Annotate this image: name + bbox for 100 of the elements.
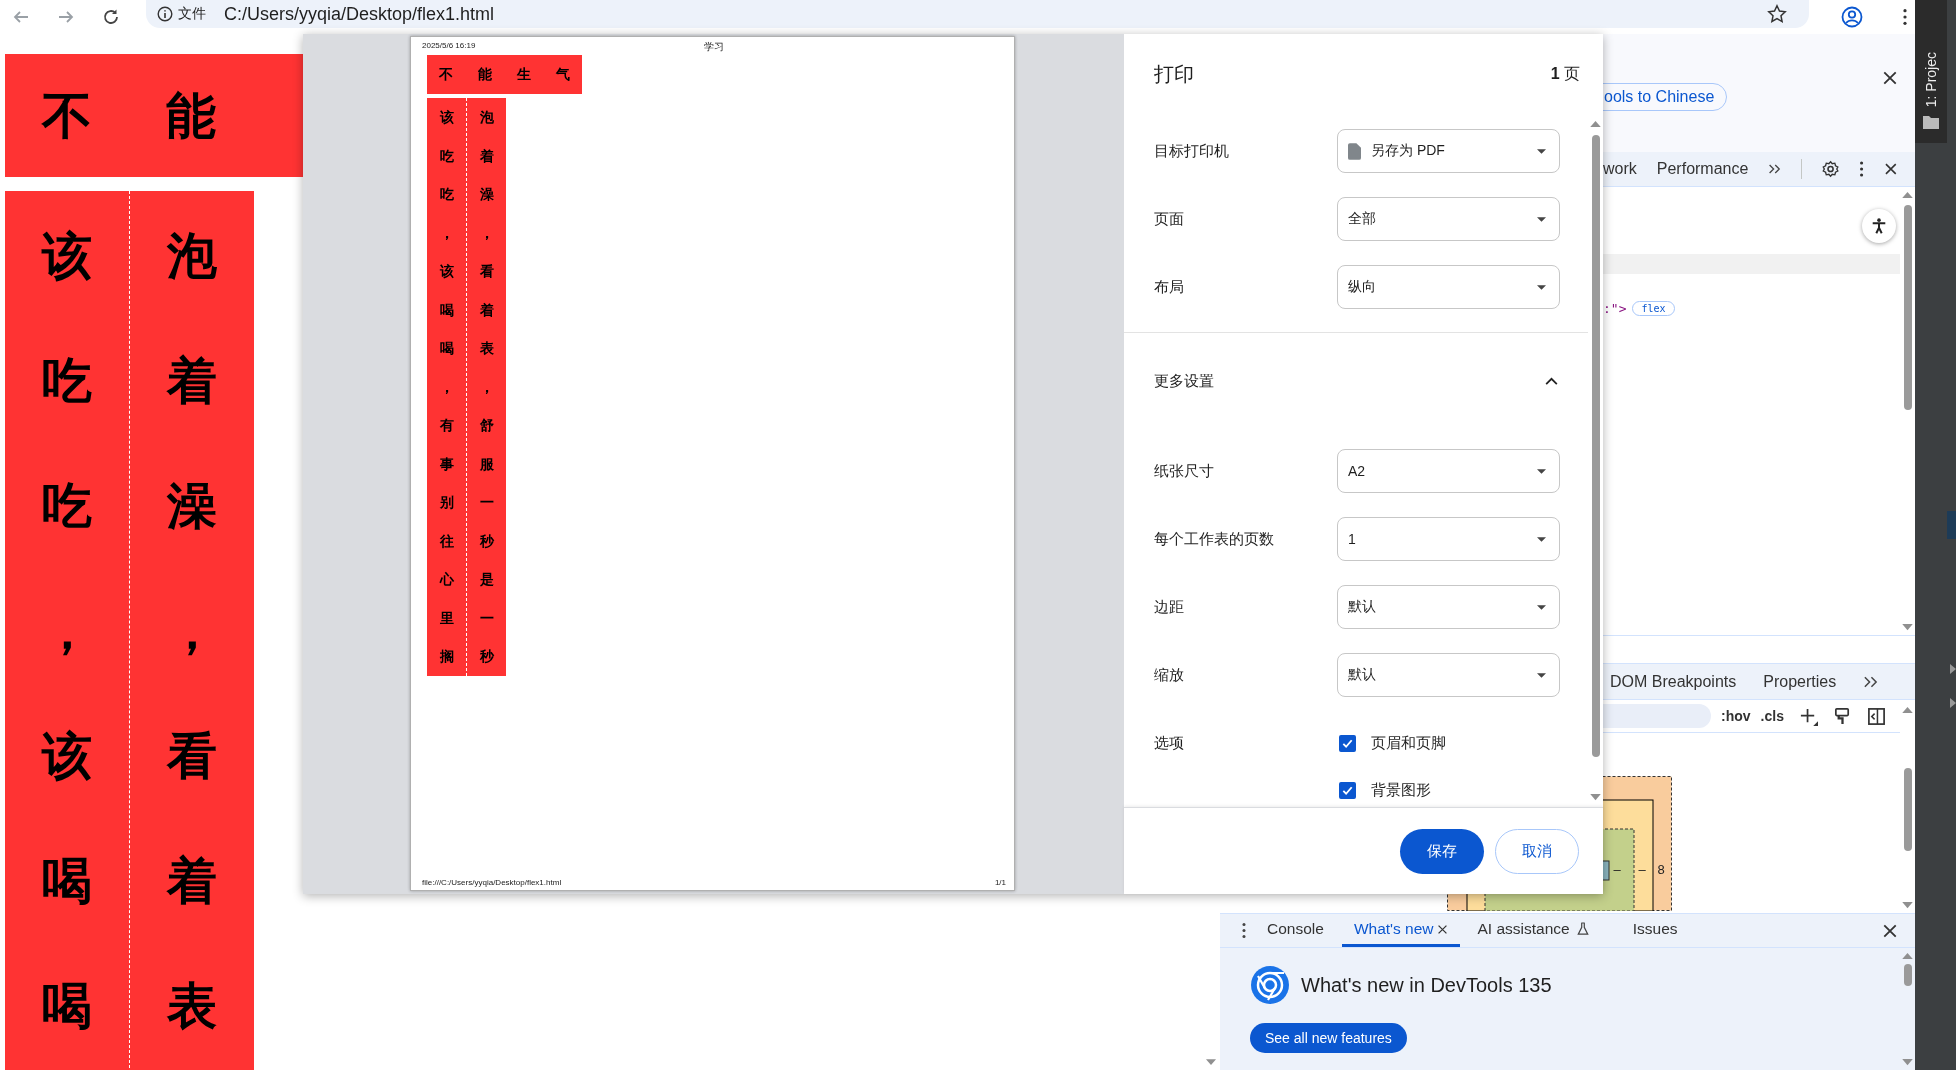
column-character: 秒 <box>478 531 495 551</box>
settings-icon[interactable] <box>1822 159 1840 179</box>
scrollbar-thumb[interactable] <box>1903 964 1912 986</box>
tool-window-tab[interactable]: 1: Projec <box>1915 0 1947 143</box>
column-character: 表 <box>166 975 218 1037</box>
scroll-down-arrow-icon[interactable] <box>1902 624 1913 631</box>
dropdown[interactable]: 纵向 <box>1337 265 1560 309</box>
column-character: 喝 <box>438 300 455 320</box>
column-character: 往 <box>438 531 455 551</box>
sidebar-tab[interactable]: Properties <box>1763 672 1837 691</box>
scroll-up-arrow-icon[interactable] <box>1902 952 1913 959</box>
box-model-value[interactable]: – <box>1638 862 1646 877</box>
column-character: 着 <box>478 146 495 166</box>
checkbox-label[interactable]: 背景图形 <box>1371 780 1431 800</box>
double-chevron-icon[interactable] <box>1768 162 1782 176</box>
column-character: 喝 <box>438 339 455 358</box>
dropdown[interactable]: 全部 <box>1337 197 1560 241</box>
column-character: 秒 <box>478 647 495 666</box>
profile-icon[interactable] <box>1841 6 1863 28</box>
banner-character: 气 <box>554 65 571 84</box>
expand-arrow-icon[interactable] <box>1950 698 1956 708</box>
dropdown[interactable]: 默认 <box>1337 653 1560 697</box>
drawer-tab[interactable]: Console <box>1255 914 1336 947</box>
panel-tab[interactable]: Performance <box>1656 160 1749 178</box>
panel-heading: What's new in DevTools 135 <box>1301 973 1552 997</box>
scroll-up-arrow-icon[interactable] <box>1902 706 1913 713</box>
close-icon[interactable] <box>1884 161 1898 177</box>
drawer-tab[interactable]: What's new <box>1341 914 1460 947</box>
info-icon[interactable] <box>157 6 173 22</box>
file-icon <box>1348 142 1361 160</box>
caret-icon <box>1537 284 1546 290</box>
drawer-tab[interactable]: Issues <box>1620 914 1690 947</box>
dropdown[interactable]: 默认 <box>1337 585 1560 629</box>
column-character: 澡 <box>478 185 495 204</box>
toolbar-button[interactable]: .cls <box>1760 708 1784 724</box>
menu-icon[interactable] <box>1902 8 1908 26</box>
plus-icon[interactable] <box>1798 706 1818 726</box>
flex-badge[interactable]: flex <box>1632 301 1675 316</box>
accessibility-button[interactable] <box>1862 209 1896 243</box>
box-model-value[interactable]: 8 <box>1657 862 1665 877</box>
checkbox-label[interactable]: 页眉和页脚 <box>1371 733 1446 753</box>
gutter-marker <box>1947 511 1956 539</box>
column-character: 该 <box>40 725 93 787</box>
scroll-down-arrow-icon[interactable] <box>1206 1059 1216 1066</box>
code-text: :"> <box>1603 301 1627 316</box>
box-model-value[interactable]: – <box>1613 862 1621 877</box>
more-options-icon[interactable] <box>1859 160 1865 178</box>
more-options-icon[interactable] <box>1241 922 1247 939</box>
dropdown[interactable]: 1 <box>1337 517 1560 561</box>
dropdown[interactable]: A2 <box>1337 449 1560 493</box>
toolbar-button[interactable]: :hov <box>1721 708 1751 724</box>
close-icon[interactable] <box>1882 70 1898 86</box>
column-character: ， <box>478 377 495 397</box>
scrollbar-thumb[interactable] <box>1591 135 1600 757</box>
caret-icon <box>1537 148 1546 154</box>
see-features-button[interactable]: See all new features <box>1250 1023 1407 1053</box>
sidebar-toggle-icon[interactable] <box>1866 706 1886 726</box>
scroll-down-arrow-icon[interactable] <box>1902 902 1913 909</box>
dropdown[interactable]: 另存为 PDF <box>1337 129 1560 173</box>
save-button[interactable]: 保存 <box>1400 828 1484 874</box>
chevron-icon[interactable] <box>1545 377 1558 385</box>
sidebar-tab[interactable]: DOM Breakpoints <box>1610 672 1737 691</box>
address-bar[interactable]: 文件 C:/Users/yyqia/Desktop/flex1.html <box>146 0 1809 28</box>
browser-logo-icon <box>1250 965 1290 1005</box>
column-character: 里 <box>438 608 455 628</box>
paint-roller-icon[interactable] <box>1832 706 1852 726</box>
column-character: 该 <box>438 262 455 281</box>
column-character: 别 <box>438 493 455 512</box>
star-icon[interactable] <box>1767 4 1787 24</box>
more-settings-toggle[interactable]: 更多设置 <box>1124 333 1588 429</box>
setting-label: 目标打印机 <box>1154 141 1230 161</box>
accessibility-icon[interactable] <box>1870 217 1888 235</box>
scrollbar-thumb[interactable] <box>1903 205 1912 410</box>
double-chevron-icon[interactable] <box>1863 674 1879 689</box>
reload-icon[interactable] <box>102 8 120 26</box>
column-character: 着 <box>165 350 218 412</box>
scrollbar-thumb[interactable] <box>1903 768 1912 851</box>
column-character: 表 <box>478 339 495 358</box>
caret-icon <box>1537 604 1546 610</box>
column-character: ， <box>438 377 455 397</box>
column-character: 着 <box>478 300 495 320</box>
url-text: C:/Users/yyqia/Desktop/flex1.html <box>224 3 495 25</box>
folder-icon[interactable] <box>1923 115 1939 129</box>
drawer-tab[interactable]: AI assistance <box>1465 914 1615 947</box>
setting-label: 缩放 <box>1154 665 1185 685</box>
expand-arrow-icon[interactable] <box>1950 664 1956 674</box>
close-icon[interactable] <box>1436 923 1448 935</box>
caret-icon <box>1537 672 1546 678</box>
cancel-button[interactable]: 取消 <box>1495 828 1579 874</box>
footer-page-number: 1/1 <box>994 878 1006 887</box>
column-character: 该 <box>40 225 93 287</box>
scroll-up-arrow-icon[interactable] <box>1902 191 1913 198</box>
close-icon[interactable] <box>1882 922 1898 939</box>
column-character: 吃 <box>438 185 455 204</box>
panel-tab[interactable]: work <box>1603 160 1637 178</box>
banner-character: 能 <box>477 65 494 84</box>
banner-character: 不 <box>438 65 455 84</box>
scroll-down-arrow-icon[interactable] <box>1590 794 1601 801</box>
scroll-up-arrow-icon[interactable] <box>1590 120 1601 127</box>
scroll-down-arrow-icon[interactable] <box>1902 1059 1913 1066</box>
